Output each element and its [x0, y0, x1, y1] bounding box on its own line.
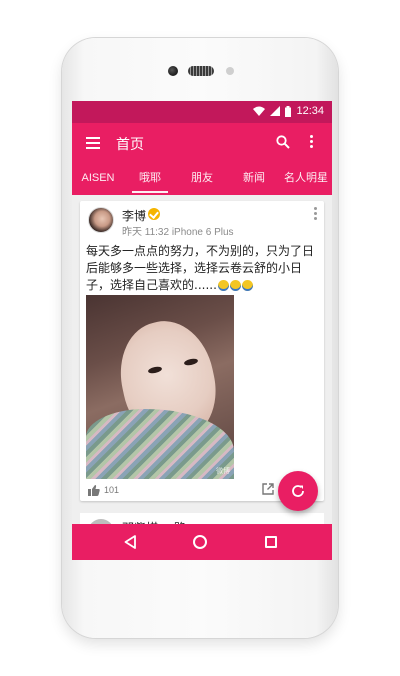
- post-more-icon[interactable]: [314, 207, 318, 221]
- refresh-fab-button[interactable]: [278, 471, 318, 511]
- app-bar: 首页: [72, 123, 332, 163]
- phone-screen: 12:34 首页 AISEN 哦耶 朋友 新闻 名人明星 李博 昨天 11:32…: [72, 101, 332, 560]
- post-text-block: 每天多一点点的努力，不为别的，只为了日后能够多一些选择，选择云卷云舒的小日子，选…: [86, 243, 322, 294]
- tab-news[interactable]: 新闻: [228, 163, 280, 195]
- status-time: 12:34: [296, 105, 324, 117]
- photo-pillow: [86, 409, 234, 479]
- status-bar: 12:34: [72, 101, 332, 123]
- recent-apps-icon[interactable]: [265, 536, 277, 548]
- hamburger-menu-icon[interactable]: [86, 137, 100, 149]
- signal-icon: [270, 106, 281, 116]
- post-author[interactable]: 李博: [122, 207, 146, 224]
- back-icon[interactable]: [124, 535, 136, 549]
- post-photo[interactable]: 微博: [86, 295, 234, 479]
- emoji-icon: [229, 280, 241, 291]
- front-camera: [168, 66, 178, 76]
- tab-bar: AISEN 哦耶 朋友 新闻 名人明星: [72, 163, 332, 195]
- like-count: 101: [104, 485, 120, 495]
- tab-friends[interactable]: 朋友: [176, 163, 228, 195]
- verified-badge-icon: [148, 208, 160, 220]
- tab-oye[interactable]: 哦耶: [124, 163, 176, 195]
- earpiece-speaker: [188, 66, 214, 76]
- emoji-icon: [217, 280, 229, 291]
- wifi-icon: [253, 106, 266, 116]
- avatar[interactable]: [88, 207, 114, 233]
- tab-aisen[interactable]: AISEN: [72, 163, 124, 195]
- battery-icon: [285, 105, 292, 117]
- emoji-icon: [241, 280, 253, 291]
- share-external-icon[interactable]: [262, 483, 274, 495]
- search-icon[interactable]: [276, 135, 290, 149]
- proximity-sensor: [226, 67, 234, 75]
- page-title: 首页: [116, 137, 144, 153]
- home-icon[interactable]: [193, 535, 207, 549]
- post-card[interactable]: 李博 昨天 11:32 iPhone 6 Plus 每天多一点点的努力，不为别的…: [80, 201, 324, 501]
- thumbs-up-icon[interactable]: [88, 485, 100, 496]
- refresh-icon: [292, 485, 304, 497]
- photo-watermark: 微博: [216, 468, 230, 475]
- more-vert-icon[interactable]: [308, 135, 314, 151]
- post-text: 每天多一点点的努力，不为别的，只为了日后能够多一些选择，选择云卷云舒的小日子，选…: [86, 244, 315, 292]
- tab-celebrities[interactable]: 名人明星: [280, 163, 332, 195]
- system-nav-bar: [72, 524, 332, 560]
- post-meta: 昨天 11:32 iPhone 6 Plus: [122, 227, 234, 238]
